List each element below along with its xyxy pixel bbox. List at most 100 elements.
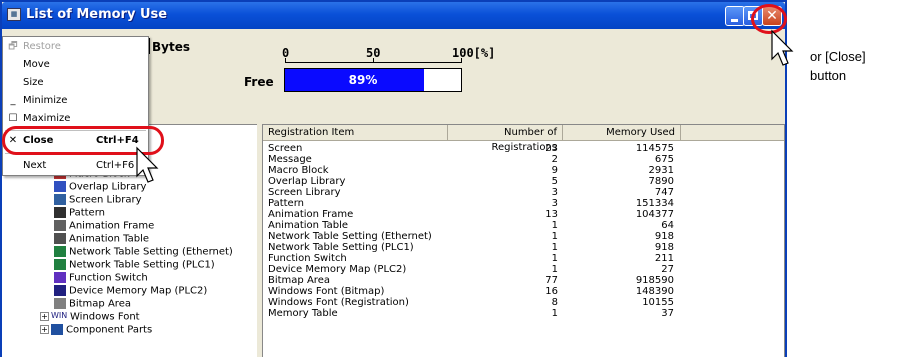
windows-font-icon: WIN (51, 311, 68, 320)
cell-registration-item: Device Memory Map (PLC2) (268, 264, 407, 275)
cell-memory-used: 2931 (648, 165, 674, 176)
table-row[interactable]: Overlap Library 5 7890 (263, 176, 681, 187)
tree-item[interactable]: Animation Frame (54, 220, 154, 233)
tree-item[interactable]: Pattern (54, 207, 105, 220)
cell-number-of-registrations: 8 (551, 297, 558, 308)
tree-item-label: Animation Frame (69, 220, 155, 232)
table-row[interactable]: Function Switch 1 211 (263, 253, 681, 264)
table-row[interactable]: Animation Frame 13 104377 (263, 209, 681, 220)
table-row[interactable]: Device Memory Map (PLC2) 1 27 (263, 264, 681, 275)
tree-item[interactable]: Screen Library (54, 194, 142, 207)
column-header-memory-used[interactable]: Memory Used (563, 125, 681, 141)
menu-item-next[interactable]: Next Ctrl+F6 (3, 158, 148, 174)
tree-item[interactable]: Overlap Library (54, 181, 146, 194)
scale-label-100: 100[%] (452, 46, 496, 60)
cell-registration-item: Animation Table (268, 220, 349, 231)
menu-item-label: Move (23, 59, 50, 70)
cell-memory-used: 918 (654, 242, 674, 253)
cell-number-of-registrations: 1 (551, 242, 558, 253)
minimize-icon (731, 19, 738, 22)
overlap-library-icon (54, 181, 66, 192)
cell-registration-item: Bitmap Area (268, 275, 330, 286)
cell-memory-used: 211 (654, 253, 674, 264)
minimize-button[interactable] (725, 6, 745, 26)
free-memory-bar: 89% (284, 68, 462, 92)
menu-item-label: Next (23, 160, 47, 171)
table-row[interactable]: Macro Block 9 2931 (263, 165, 681, 176)
tree-item-label: Device Memory Map (PLC2) (69, 285, 208, 297)
title-bar[interactable]: ▦ List of Memory Use ✕ (2, 2, 785, 29)
menu-item-label: Restore (23, 41, 61, 52)
component-parts-icon (51, 324, 63, 335)
table-row[interactable]: Screen Library 3 747 (263, 187, 681, 198)
cell-registration-item: Message (268, 154, 312, 165)
column-header-registration-item[interactable]: Registration Item (263, 125, 448, 141)
pointer-cursor-icon (771, 29, 794, 66)
cell-memory-used: 918590 (635, 275, 674, 286)
menu-item-label: Size (23, 77, 44, 88)
table-row[interactable]: Network Table Setting (PLC1) 1 918 (263, 242, 681, 253)
table-row[interactable]: Memory Table 1 37 (263, 308, 681, 319)
table-row[interactable]: Windows Font (Registration) 8 10155 (263, 297, 681, 308)
function-switch-icon (54, 272, 66, 283)
cell-number-of-registrations: 3 (551, 187, 558, 198)
cell-registration-item: Pattern (268, 198, 304, 209)
tree-item[interactable]: Network Table Setting (PLC1) (54, 259, 215, 272)
tree-item[interactable]: + WIN Windows Font (40, 311, 140, 324)
cell-number-of-registrations: 1 (551, 231, 558, 242)
expand-icon[interactable]: + (40, 325, 49, 334)
cell-number-of-registrations: 23 (545, 143, 558, 154)
menu-item-restore[interactable]: 🗗 Restore (3, 39, 148, 55)
cell-memory-used: 104377 (635, 209, 674, 220)
annotation-line-2: button (810, 68, 847, 83)
table-row[interactable]: Message 2 675 (263, 154, 681, 165)
tree-item[interactable]: Function Switch (54, 272, 148, 285)
menu-item-shortcut: Ctrl+F6 (96, 160, 135, 171)
cell-memory-used: 148390 (635, 286, 674, 297)
cell-number-of-registrations: 3 (551, 198, 558, 209)
tree-item[interactable]: Animation Table (54, 233, 149, 246)
menu-item-maximize[interactable]: ☐ Maximize (3, 111, 148, 127)
cell-memory-used: 37 (661, 308, 674, 319)
pattern-icon (54, 207, 66, 218)
table-row[interactable]: Animation Table 1 64 (263, 220, 681, 231)
menu-item-move[interactable]: Move (3, 57, 148, 73)
tree-item[interactable]: Network Table Setting (Ethernet) (54, 246, 233, 259)
network-table-icon (54, 246, 66, 257)
table-row[interactable]: Windows Font (Bitmap) 16 148390 (263, 286, 681, 297)
table-row[interactable]: Network Table Setting (Ethernet) 1 918 (263, 231, 681, 242)
column-header-number-of-registrations[interactable]: Number of Registrations (448, 125, 563, 153)
cell-memory-used: 10155 (642, 297, 674, 308)
tree-item-label: Windows Font (70, 311, 140, 323)
cell-registration-item: Screen (268, 143, 303, 154)
tree-item-label: Network Table Setting (Ethernet) (69, 246, 233, 258)
cell-registration-item: Network Table Setting (PLC1) (268, 242, 414, 253)
menu-item-label: Minimize (23, 95, 68, 106)
tree-item[interactable]: Bitmap Area (54, 298, 131, 311)
cell-memory-used: 675 (654, 154, 674, 165)
cell-memory-used: 27 (661, 264, 674, 275)
cell-memory-used: 151334 (635, 198, 674, 209)
cell-registration-item: Memory Table (268, 308, 338, 319)
expand-icon[interactable]: + (40, 312, 49, 321)
cell-number-of-registrations: 1 (551, 308, 558, 319)
cell-number-of-registrations: 9 (551, 165, 558, 176)
tree-item[interactable]: + Component Parts (40, 324, 152, 337)
tree-item-label: Bitmap Area (69, 298, 131, 310)
window-app-icon[interactable]: ▦ (7, 8, 21, 21)
bitmap-area-icon (54, 298, 66, 309)
tree-item-label: Component Parts (66, 324, 153, 336)
cell-number-of-registrations: 2 (551, 154, 558, 165)
memory-table: Registration Item Number of Registration… (262, 124, 785, 357)
table-row[interactable]: Pattern 3 151334 (263, 198, 681, 209)
pointer-cursor-icon (136, 146, 159, 183)
free-memory-percent: 89% (348, 73, 378, 87)
menu-item-icon: ☐ (8, 113, 18, 124)
cell-number-of-registrations: 1 (551, 253, 558, 264)
tree-item-label: Animation Table (69, 233, 150, 245)
menu-item-size[interactable]: Size (3, 75, 148, 91)
menu-item-minimize[interactable]: _ Minimize (3, 93, 148, 109)
table-row[interactable]: Bitmap Area 77 918590 (263, 275, 681, 286)
table-row[interactable]: Screen 23 114575 (263, 143, 681, 154)
tree-item[interactable]: Device Memory Map (PLC2) (54, 285, 207, 298)
